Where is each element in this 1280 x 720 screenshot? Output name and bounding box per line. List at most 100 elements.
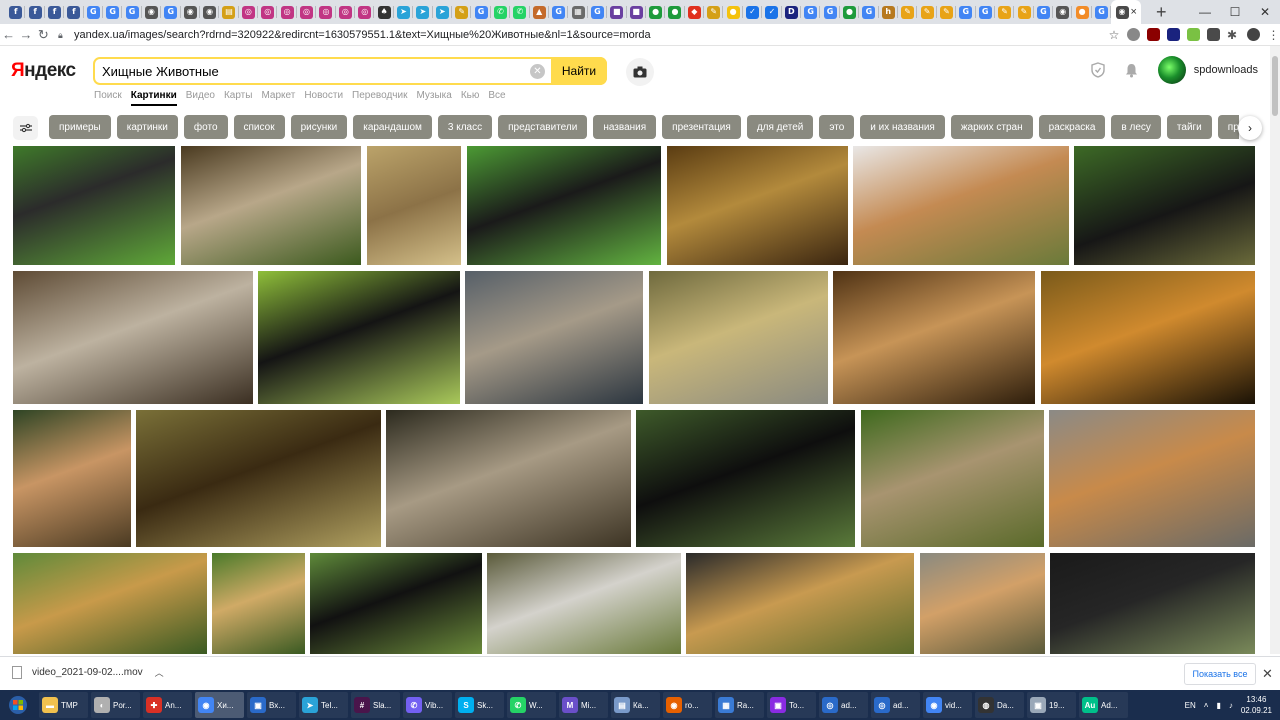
suggestion-tag[interactable]: раскраска [1038,115,1106,139]
browser-tab[interactable]: ➤ [394,0,414,24]
browser-tab[interactable]: ◎ [239,0,259,24]
image-thumbnail[interactable] [1074,146,1255,265]
suggestion-tag[interactable]: это [819,115,855,139]
download-item[interactable]: video_2021-09-02....mov ︿ [12,666,164,679]
show-all-downloads-button[interactable]: Показать все [1184,663,1256,685]
browser-tab[interactable]: f [64,0,84,24]
image-thumbnail[interactable] [636,410,855,547]
service-link[interactable]: Маркет [261,90,295,106]
image-thumbnail[interactable] [13,271,253,404]
browser-tab[interactable]: G [1034,0,1054,24]
browser-tab[interactable]: ● [840,0,860,24]
taskbar-item[interactable]: # Sla... [351,692,400,718]
taskbar-item[interactable]: ▦ Ra... [715,692,764,718]
taskbar-item[interactable]: ✚ An... [143,692,192,718]
service-link[interactable]: Кью [461,90,480,106]
browser-tab[interactable]: ✎ [1014,0,1035,24]
yandex-logo[interactable]: Яндекс [11,60,76,82]
close-window-icon[interactable]: ✕ [1250,0,1280,24]
scrollbar-thumb[interactable] [1272,56,1278,116]
service-link[interactable]: Картинки [130,90,177,106]
menu-dots-icon[interactable]: ⋮ [1267,28,1280,42]
browser-tab[interactable]: ◉ [1053,0,1073,24]
suggestion-tag[interactable]: фото [183,115,228,139]
suggestion-tag[interactable]: тайги [1166,115,1212,139]
suggestion-tag[interactable]: карандашом [353,115,432,139]
image-thumbnail[interactable] [649,271,828,404]
star-icon[interactable]: ☆ [1108,24,1120,46]
browser-tab[interactable]: G [801,0,821,24]
image-thumbnail[interactable] [861,410,1044,547]
taskbar-item[interactable]: ◉ ro... [663,692,712,718]
extension-blue-icon[interactable] [1166,28,1180,41]
browser-tab[interactable]: ■ [607,0,627,24]
browser-tab[interactable]: G [84,0,104,24]
browser-tab[interactable]: G [471,0,492,24]
browser-tab[interactable]: ● [1072,0,1093,24]
image-thumbnail[interactable] [467,146,661,265]
browser-tab[interactable]: ◎ [277,0,298,24]
browser-tab[interactable]: ● [665,0,686,24]
browser-tab[interactable]: ✎ [917,0,938,24]
image-thumbnail[interactable] [310,553,482,654]
image-thumbnail[interactable] [13,146,175,265]
browser-tab[interactable]: ➤ [433,0,453,24]
browser-tab[interactable]: ✎ [995,0,1015,24]
taskbar-item[interactable]: ◐ Por... [91,692,140,718]
avatar[interactable] [1157,56,1186,84]
taskbar-item[interactable]: ▣ Вх... [247,692,296,718]
browser-tab[interactable]: ✆ [491,0,511,24]
service-link[interactable]: Все [488,90,505,106]
suggestion-tag[interactable]: примеры [49,115,111,139]
tab-close-icon[interactable]: × [1131,6,1137,18]
extension-green-icon[interactable] [1186,28,1200,41]
volume-icon[interactable]: ♪ [1229,701,1233,710]
image-thumbnail[interactable] [487,553,681,654]
tags-next-button[interactable]: › [1238,116,1262,140]
browser-tab[interactable]: G [161,0,181,24]
chevron-up-icon[interactable]: ︿ [155,666,164,679]
taskbar-item[interactable]: ▣ To... [767,692,816,718]
browser-tab[interactable]: ◉ [181,0,201,24]
image-thumbnail[interactable] [465,271,643,404]
taskbar-item[interactable]: ▣ 19... [1027,692,1076,718]
image-thumbnail[interactable] [136,410,381,547]
browser-tab[interactable]: G [976,0,996,24]
extension-dark-icon[interactable] [1206,28,1220,41]
browser-tab[interactable]: f [25,0,46,24]
minimize-icon[interactable]: — [1190,0,1220,24]
browser-tab[interactable]: ● [646,0,666,24]
image-thumbnail[interactable] [13,553,207,654]
taskbar-item[interactable]: ◉ Хи... [195,692,244,718]
new-tab-button[interactable]: + [1149,0,1173,24]
browser-tab[interactable]: ♠ [374,0,395,24]
suggestion-tag[interactable]: 3 класс [437,115,493,139]
image-thumbnail[interactable] [686,553,914,654]
browser-tab[interactable]: G [588,0,608,24]
network-icon[interactable]: ▮ [1216,701,1220,710]
extension-red-icon[interactable] [1146,28,1160,41]
puzzle-icon[interactable]: ✱ [1227,28,1240,42]
maximize-icon[interactable]: ☐ [1220,0,1250,24]
extension-circle-icon[interactable] [1126,28,1140,41]
browser-tab[interactable]: ● [723,0,744,24]
shield-icon[interactable] [1090,62,1106,78]
browser-tab[interactable]: ✓ [762,0,783,24]
filter-button[interactable] [13,116,38,140]
browser-tab[interactable]: G [1092,0,1112,24]
search-input[interactable] [95,59,530,83]
suggestion-tag[interactable]: рисунки [290,115,348,139]
language-indicator[interactable]: EN [1185,701,1196,710]
image-thumbnail[interactable] [212,553,305,654]
service-link[interactable]: Новости [304,90,343,106]
browser-tab[interactable]: ◉ [200,0,220,24]
service-link[interactable]: Карты [224,90,253,106]
suggestion-tag[interactable]: список [233,115,285,139]
image-thumbnail[interactable] [1049,410,1255,547]
address-bar[interactable]: 🔒︎ yandex.ua/images/search?rdrnd=320922&… [58,25,1098,45]
browser-tab[interactable]: ◎ [297,0,317,24]
browser-tab[interactable]: ◆ [685,0,705,24]
service-link[interactable]: Музыка [416,90,451,106]
clock[interactable]: 13:46 02.09.21 [1241,694,1272,716]
image-thumbnail[interactable] [667,146,848,265]
